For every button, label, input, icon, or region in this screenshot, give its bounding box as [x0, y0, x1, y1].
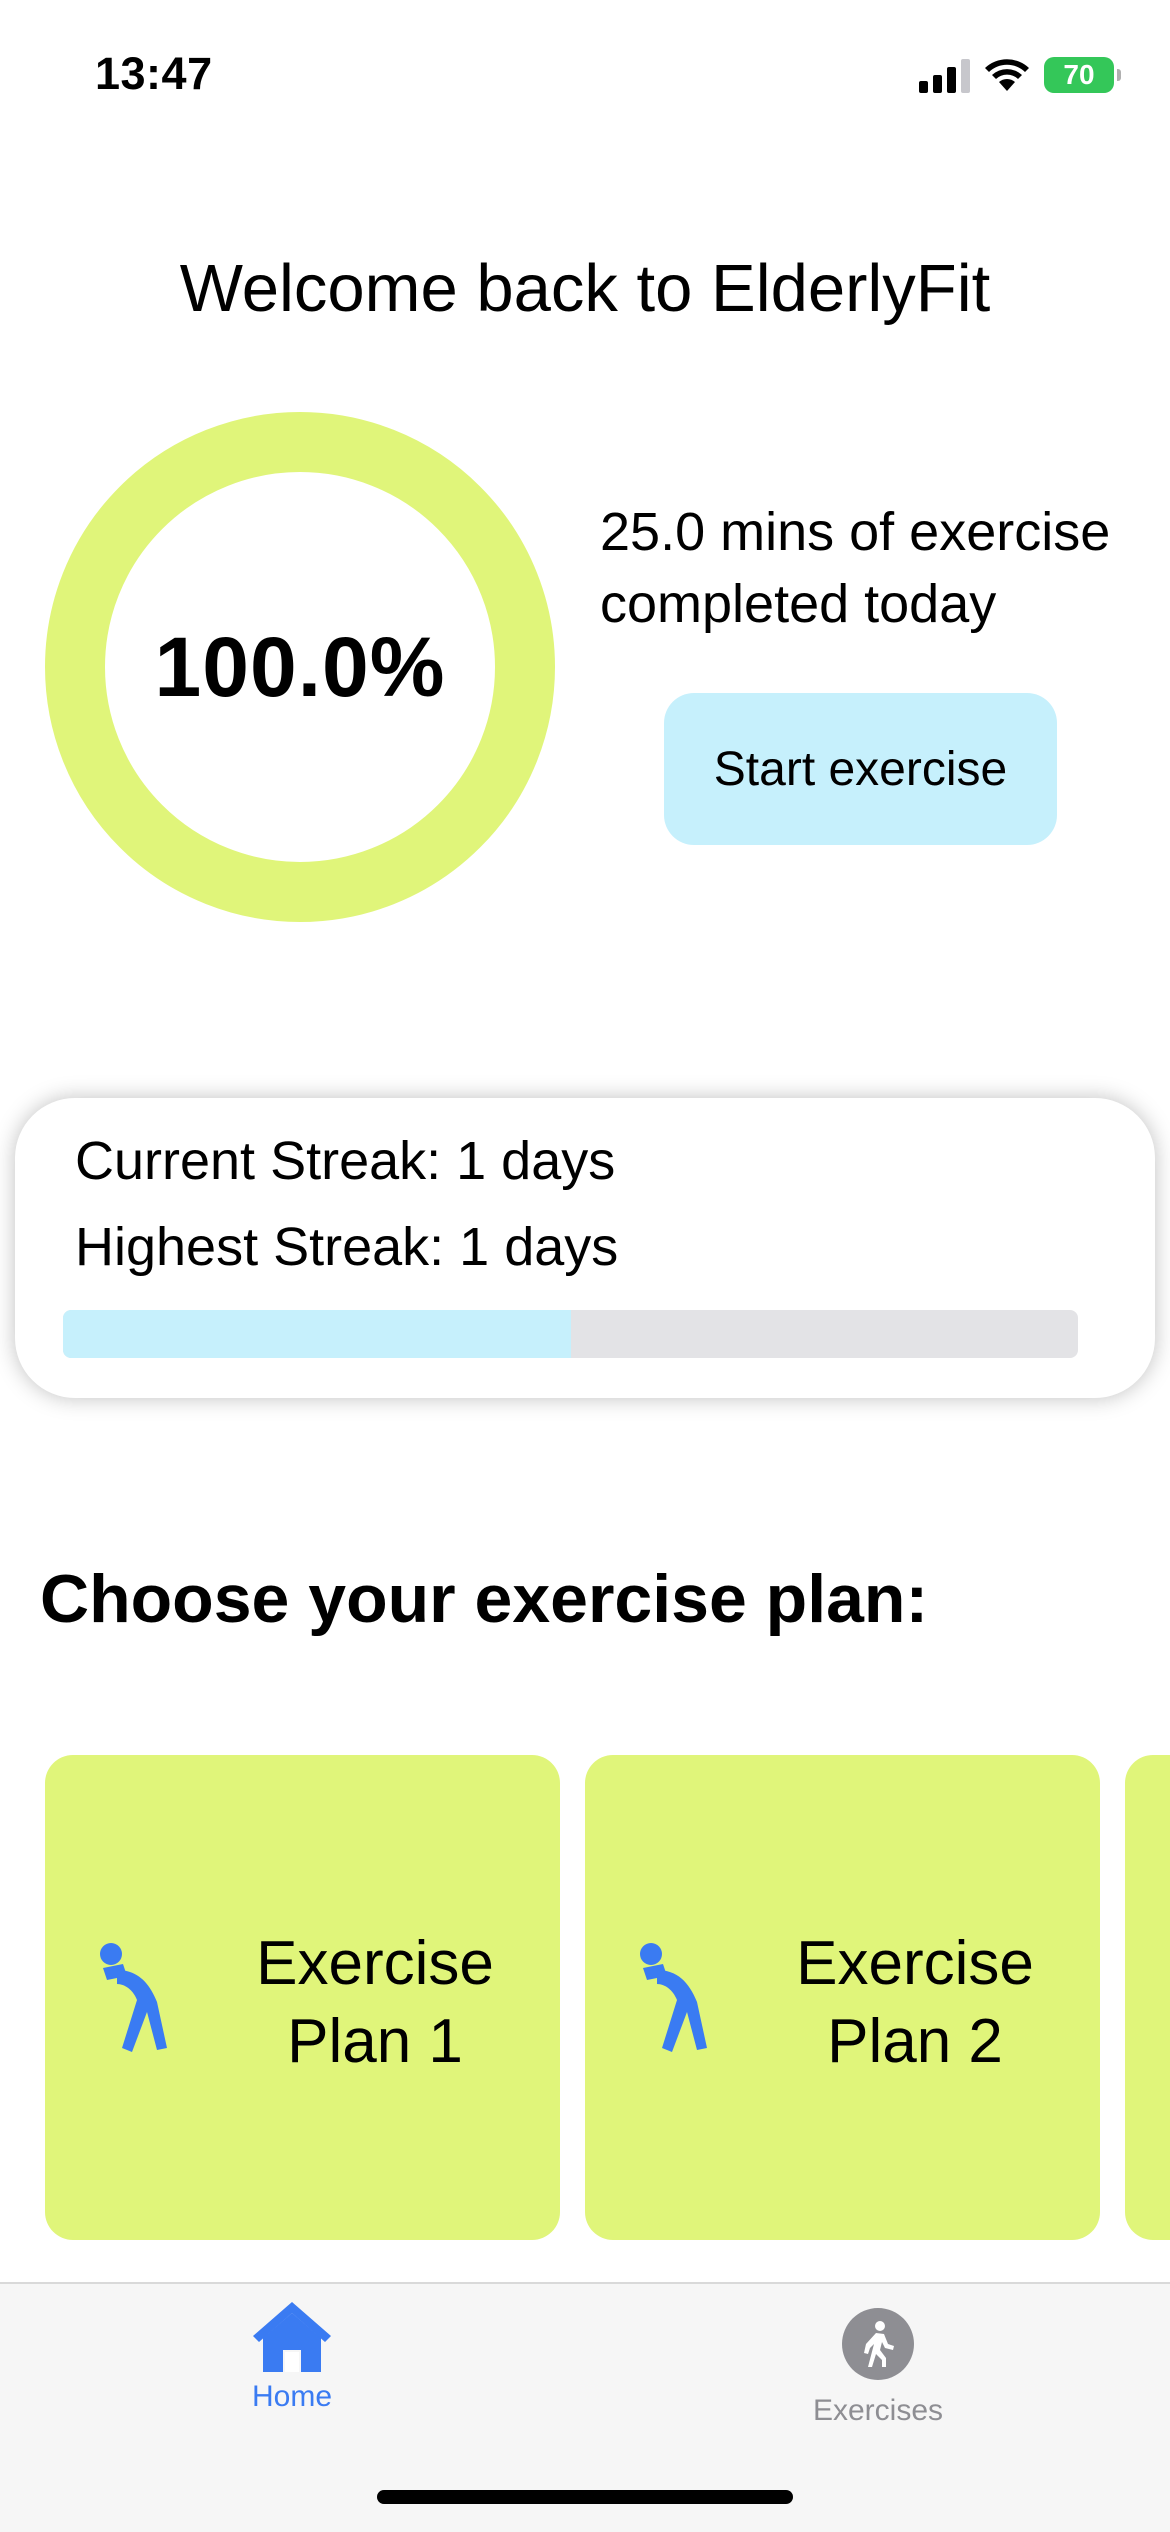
summary-line-1: 25.0 mins of exercise — [600, 502, 1111, 562]
plan-label-line1: Exercise — [256, 1929, 494, 1998]
highest-streak: Highest Streak: 1 days — [75, 1217, 619, 1277]
plan-label: Exercise Plan 2 — [755, 1925, 1075, 2081]
exercise-plan-1-card[interactable]: Exercise Plan 1 — [45, 1755, 560, 2240]
plans-heading: Choose your exercise plan: — [40, 1561, 929, 1637]
streak-card: Current Streak: 1 days Highest Streak: 1… — [15, 1098, 1155, 1398]
walking-person-icon — [842, 2308, 914, 2380]
tab-home[interactable]: Home — [142, 2298, 442, 2414]
home-indicator — [377, 2490, 793, 2504]
progress-ring: 100.0% — [45, 412, 555, 922]
plan-label-line2: Plan 1 — [287, 2007, 463, 2076]
signal-icon — [919, 57, 970, 93]
exercise-plan-3-card-partial[interactable] — [1125, 1755, 1170, 2240]
tab-label-home: Home — [251, 2380, 333, 2413]
stretching-person-icon — [640, 1943, 707, 2052]
battery-level: 70 — [1063, 59, 1095, 90]
status-icons: 70 — [919, 52, 1121, 98]
streak-progress-fill — [63, 1310, 571, 1358]
start-exercise-button[interactable]: Start exercise — [664, 693, 1057, 845]
status-bar: 13:47 70 — [0, 0, 1170, 140]
status-time: 13:47 — [95, 48, 213, 99]
stretching-person-icon — [100, 1943, 167, 2052]
plan-label: Exercise Plan 1 — [215, 1925, 535, 2081]
streak-progress-bar — [63, 1310, 1078, 1358]
plan-label-line2: Plan 2 — [827, 2007, 1003, 2076]
exercise-plan-2-card[interactable]: Exercise Plan 2 — [585, 1755, 1100, 2240]
tab-exercises[interactable]: Exercises — [728, 2298, 1028, 2428]
progress-percent: 100.0% — [154, 619, 446, 714]
exercise-summary: 25.0 mins of exercise completed today — [600, 496, 1160, 640]
current-streak: Current Streak: 1 days — [75, 1131, 616, 1191]
plan-label-line1: Exercise — [796, 1929, 1034, 1998]
tab-label-exercises: Exercises — [812, 2394, 944, 2427]
page-title: Welcome back to ElderlyFit — [179, 251, 991, 326]
battery-icon: 70 — [1044, 57, 1121, 93]
home-icon — [253, 2302, 331, 2372]
summary-line-2: completed today — [600, 574, 997, 634]
wifi-icon — [985, 59, 1029, 91]
